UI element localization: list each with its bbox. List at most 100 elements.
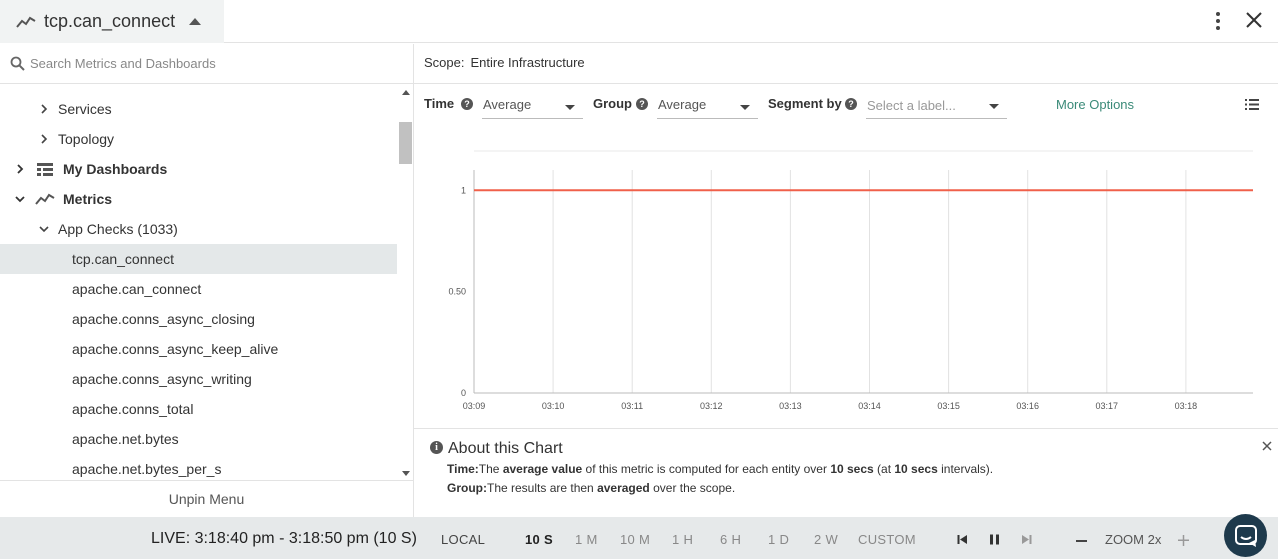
x-tick-label: 03:09 (463, 401, 486, 411)
sidebar-item-label: My Dashboards (63, 161, 168, 177)
live-time-range: LIVE: 3:18:40 pm - 3:18:50 pm (10 S) (151, 530, 417, 547)
range-1h-button[interactable]: 1 H (672, 532, 693, 547)
time-aggregation-value: Average (483, 97, 532, 112)
metric-item-label: apache.net.bytes_per_s (72, 461, 222, 477)
metric-item-label: apache.conns_async_closing (72, 311, 255, 327)
x-tick-label: 03:15 (937, 401, 960, 411)
help-icon[interactable]: ? (461, 98, 473, 110)
top-bar: tcp.can_connect (0, 0, 1278, 43)
sidebar-scrollbar[interactable] (397, 85, 413, 480)
scope: Scope: Entire Infrastructure (424, 55, 585, 70)
metric-item[interactable]: apache.net.bytes_per_s (0, 454, 397, 480)
divider (414, 83, 1278, 84)
about-time-key: Time: (447, 462, 479, 476)
metric-item-label: apache.conns_async_keep_alive (72, 341, 279, 357)
help-icon[interactable]: ? (636, 98, 648, 110)
about-text: intervals). (937, 462, 994, 476)
group-aggregation-select[interactable]: Average (657, 92, 758, 119)
metric-item-label: apache.net.bytes (72, 431, 179, 447)
metric-item[interactable]: apache.conns_async_closing (0, 304, 397, 334)
scroll-up-icon[interactable] (402, 90, 410, 95)
about-bold-text: 10 secs (894, 462, 938, 476)
close-icon[interactable] (1243, 9, 1265, 31)
range-10m-button[interactable]: 10 M (620, 532, 650, 547)
sidebar-item-my-dashboards[interactable]: My Dashboards (0, 154, 397, 184)
sidebar-item-topology[interactable]: Topology (0, 124, 397, 154)
chevron-down-icon (39, 226, 49, 233)
chat-support-button[interactable] (1224, 514, 1267, 557)
zoom-in-icon[interactable] (1178, 535, 1189, 546)
help-icon[interactable]: ? (845, 98, 857, 110)
segment-by-placeholder: Select a label... (867, 98, 956, 113)
search-bar (0, 44, 413, 84)
dashboard-icon (37, 162, 53, 176)
segment-by-label: Segment by (768, 96, 842, 111)
metric-item[interactable]: apache.net.bytes (0, 424, 397, 454)
metric-item-label: tcp.can_connect (72, 251, 174, 267)
sidebar-item-metrics[interactable]: Metrics (0, 184, 397, 214)
range-6h-button[interactable]: 6 H (720, 532, 741, 547)
sidebar-item-label: Metrics (63, 191, 113, 207)
skip-forward-icon[interactable] (1021, 534, 1032, 545)
segment-by-select[interactable]: Select a label... (866, 92, 1007, 119)
about-text: of this metric is computed for each enti… (582, 462, 831, 476)
about-bold-text: average value (502, 462, 583, 476)
page-title: tcp.can_connect (44, 11, 176, 31)
zoom-out-icon[interactable] (1076, 540, 1087, 543)
chevron-down-icon (15, 196, 25, 203)
metrics-tree: Services Topology My Dashboards Metrics … (0, 85, 397, 480)
local-timezone-button[interactable]: LOCAL (441, 532, 485, 547)
about-time-line: Time:The average value of this metric is… (447, 462, 993, 476)
sidebar: Services Topology My Dashboards Metrics … (0, 44, 414, 517)
close-icon[interactable] (1260, 439, 1274, 453)
about-text: The (478, 462, 503, 476)
sidebar-item-label: Services (58, 101, 112, 117)
scope-value[interactable]: Entire Infrastructure (470, 55, 584, 70)
about-text: over the scope. (649, 481, 736, 495)
zoom-level: ZOOM 2x (1105, 532, 1162, 547)
dropdown-caret-icon (740, 105, 750, 110)
about-chart-panel: i About this Chart Time:The average valu… (414, 428, 1278, 517)
range-1m-button[interactable]: 1 M (575, 532, 598, 547)
metric-item-tcp-can-connect[interactable]: tcp.can_connect (0, 244, 397, 274)
unpin-menu-button[interactable]: Unpin Menu (0, 480, 413, 517)
time-aggregation-select[interactable]: Average (482, 92, 583, 119)
sidebar-item-app-checks[interactable]: App Checks (1033) (0, 214, 397, 244)
more-options-link[interactable]: More Options (1056, 97, 1134, 112)
chevron-right-icon (17, 164, 24, 174)
list-icon[interactable] (1245, 99, 1259, 110)
about-heading: About this Chart (448, 440, 563, 457)
skip-back-icon[interactable] (957, 534, 968, 545)
scope-label: Scope: (424, 55, 465, 70)
info-icon: i (430, 441, 443, 454)
metric-item[interactable]: apache.can_connect (0, 274, 397, 304)
sidebar-item-services[interactable]: Services (0, 94, 397, 124)
caret-up-icon[interactable] (189, 18, 202, 25)
x-tick-label: 03:13 (779, 401, 802, 411)
custom-range-button[interactable]: CUSTOM (858, 532, 916, 547)
chart-canvas: 0 0.50 1 03:09 03:10 03:11 03:12 03:13 03:14 03:1… (448, 150, 1253, 411)
metric-item-label: apache.can_connect (72, 281, 202, 297)
metric-item[interactable]: apache.conns_async_writing (0, 364, 397, 394)
sidebar-item-label: Topology (58, 131, 115, 147)
about-bold-text: 10 secs (830, 462, 874, 476)
chat-icon (1235, 525, 1257, 547)
more-menu-icon[interactable] (1208, 10, 1228, 32)
scrollbar-thumb[interactable] (399, 122, 412, 164)
scroll-down-icon[interactable] (402, 471, 410, 476)
x-tick-label: 03:17 (1096, 401, 1119, 411)
about-text: (at (873, 462, 895, 476)
y-tick-label: 1 (461, 185, 466, 195)
pause-icon[interactable] (989, 534, 1000, 545)
range-2w-button[interactable]: 2 W (814, 532, 838, 547)
group-aggregation-value: Average (658, 97, 707, 112)
range-1d-button[interactable]: 1 D (768, 532, 789, 547)
range-10s-button[interactable]: 10 S (525, 532, 553, 547)
metric-item[interactable]: apache.conns_async_keep_alive (0, 334, 397, 364)
x-tick-label: 03:18 (1175, 401, 1198, 411)
metric-item[interactable]: apache.conns_total (0, 394, 397, 424)
metrics-icon (35, 193, 55, 205)
search-input[interactable] (30, 56, 390, 71)
metric-title-tab[interactable]: tcp.can_connect (0, 0, 224, 43)
time-label: Time (424, 96, 455, 111)
